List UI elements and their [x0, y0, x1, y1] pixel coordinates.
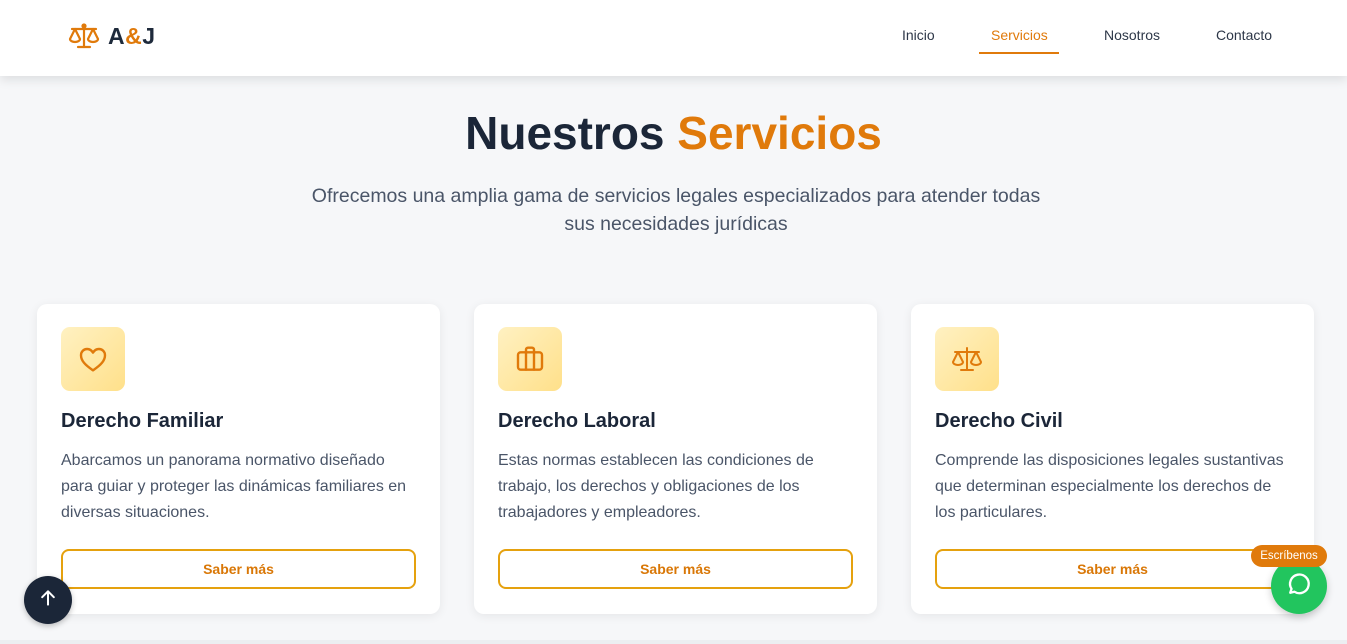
briefcase-icon: [498, 327, 562, 391]
service-card-familiar: Derecho Familiar Abarcamos un panorama n…: [37, 304, 440, 614]
brand-logo[interactable]: A&J: [68, 21, 156, 51]
scales-icon: [68, 21, 100, 51]
page-title: Nuestros Servicios: [465, 107, 882, 159]
scales-icon: [935, 327, 999, 391]
service-card-laboral: Derecho Laboral Estas normas establecen …: [474, 304, 877, 614]
nav-nosotros[interactable]: Nosotros: [1104, 27, 1160, 43]
active-nav-indicator: [979, 52, 1059, 54]
chat-bubble-icon: [1285, 570, 1313, 603]
saber-mas-button[interactable]: Saber más: [498, 549, 853, 589]
brand-name: A&J: [108, 22, 156, 49]
saber-mas-button[interactable]: Saber más: [61, 549, 416, 589]
nav-contacto[interactable]: Contacto: [1216, 27, 1272, 43]
scroll-to-top-button[interactable]: [24, 576, 72, 624]
page-subtitle: Ofrecemos una amplia gama de servicios l…: [311, 185, 1041, 235]
section-divider: [0, 640, 1347, 644]
site-header: A&J Inicio Servicios Nosotros Contacto: [0, 0, 1347, 76]
card-description: Estas normas establecen las condiciones …: [498, 452, 814, 521]
heart-icon: [61, 327, 125, 391]
nav-servicios[interactable]: Servicios: [991, 27, 1048, 43]
saber-mas-button[interactable]: Saber más: [935, 549, 1290, 589]
card-description: Comprende las disposiciones legales sust…: [935, 452, 1284, 521]
nav-inicio[interactable]: Inicio: [902, 27, 935, 43]
chat-badge[interactable]: Escríbenos: [1251, 545, 1327, 567]
card-title: Derecho Laboral: [498, 410, 656, 432]
service-card-civil: Derecho Civil Comprende las disposicione…: [911, 304, 1314, 614]
card-description: Abarcamos un panorama normativo diseñado…: [61, 452, 407, 521]
card-title: Derecho Civil: [935, 410, 1063, 432]
card-title: Derecho Familiar: [61, 410, 224, 432]
arrow-up-icon: [38, 588, 58, 613]
